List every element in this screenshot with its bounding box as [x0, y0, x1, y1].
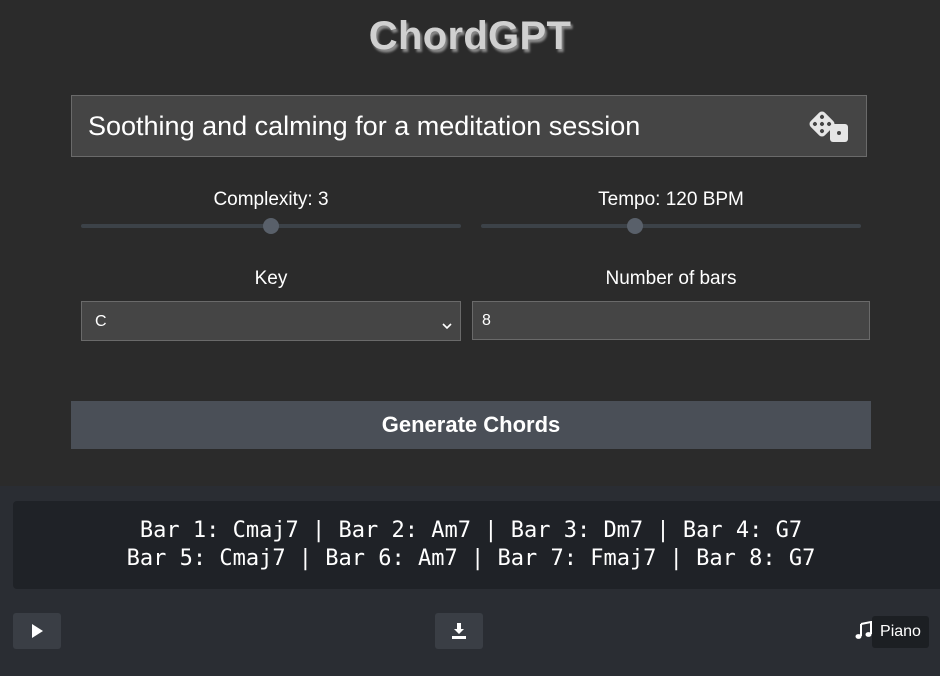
- complexity-slider[interactable]: [81, 217, 461, 235]
- bars-input[interactable]: 8: [472, 301, 870, 340]
- download-button[interactable]: [435, 613, 483, 649]
- complexity-label: Complexity: 3: [213, 189, 329, 210]
- chord-line: Bar 1: Cmaj7 | Bar 2: Am7 | Bar 3: Dm7 |…: [139, 518, 803, 543]
- bars-label: Number of bars: [605, 268, 737, 289]
- play-icon: [32, 624, 43, 638]
- dice-icon[interactable]: [808, 110, 850, 144]
- chord-line: Bar 5: Cmaj7 | Bar 6: Am7 | Bar 7: Fmaj7…: [126, 546, 816, 571]
- chevron-down-icon: [442, 317, 452, 330]
- bars-value: 8: [482, 312, 491, 329]
- tempo-label: Tempo: 120 BPM: [598, 189, 744, 210]
- prompt-input[interactable]: Soothing and calming for a meditation se…: [71, 95, 867, 157]
- settings-panel: ChordGPT Soothing and calming for a medi…: [0, 0, 940, 486]
- download-icon: [452, 623, 466, 639]
- instrument-label: Piano: [872, 616, 929, 648]
- output-panel: Bar 1: Cmaj7 | Bar 2: Am7 | Bar 3: Dm7 |…: [0, 486, 940, 676]
- tempo-slider-thumb[interactable]: [627, 218, 643, 234]
- generate-chords-button[interactable]: Generate Chords: [71, 401, 871, 449]
- play-button[interactable]: [13, 613, 61, 649]
- complexity-slider-thumb[interactable]: [263, 218, 279, 234]
- key-select[interactable]: C: [81, 301, 461, 341]
- music-note-icon: [854, 620, 874, 641]
- tempo-slider[interactable]: [481, 217, 861, 235]
- key-select-value: C: [95, 313, 107, 330]
- tempo-slider-track: [481, 224, 861, 228]
- app-title: ChordGPT: [368, 14, 572, 58]
- chord-output: Bar 1: Cmaj7 | Bar 2: Am7 | Bar 3: Dm7 |…: [13, 501, 940, 589]
- prompt-text: Soothing and calming for a meditation se…: [88, 111, 641, 141]
- key-label: Key: [254, 268, 288, 289]
